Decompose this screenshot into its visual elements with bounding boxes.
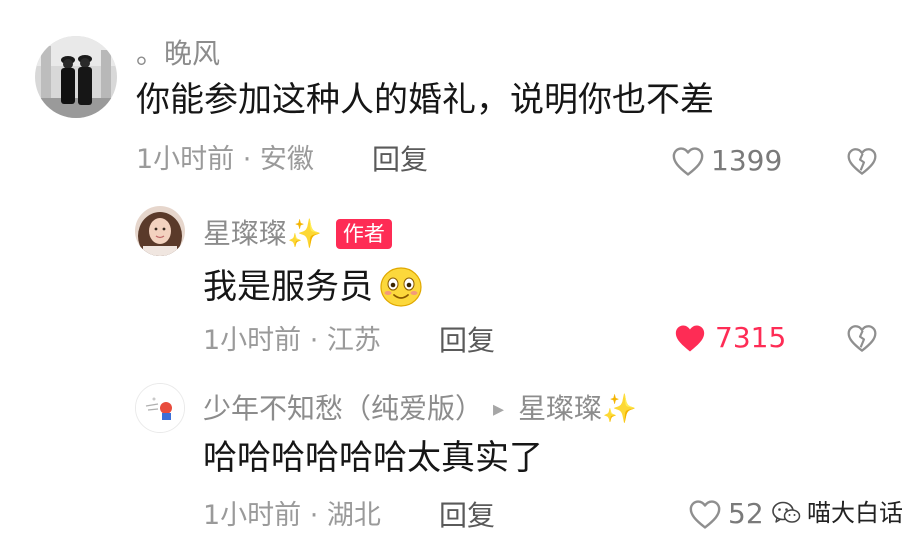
- comment-text: 你能参加这种人的婚礼，说明你也不差: [136, 80, 714, 120]
- watermark-text: 喵大白话: [807, 499, 903, 527]
- like-count: 7315: [715, 321, 787, 354]
- heart-filled-icon: [675, 325, 705, 352]
- like-count: 52: [728, 497, 764, 530]
- reply-button[interactable]: 回复: [372, 146, 428, 174]
- reply-button[interactable]: 回复: [439, 327, 495, 355]
- author-badge: 作者: [335, 219, 392, 249]
- reply-arrow-icon: ▸: [493, 396, 505, 422]
- username-row: 星璨璨 ✨ 作者: [203, 219, 392, 249]
- dislike-icon[interactable]: [846, 145, 878, 177]
- heart-outline-icon: [672, 147, 704, 176]
- like-count: 1399: [711, 144, 783, 177]
- avatar[interactable]: [135, 206, 185, 256]
- username[interactable]: 星璨璨: [203, 220, 287, 248]
- comment-text: 我是服务员: [203, 267, 373, 307]
- comment-meta: 1小时前 · 江苏: [203, 325, 381, 356]
- heart-outline-icon: [689, 500, 721, 529]
- like-button[interactable]: 1399: [671, 145, 782, 177]
- like-button[interactable]: 7315: [673, 322, 786, 354]
- dislike-icon[interactable]: [846, 322, 878, 354]
- comment-text: 哈哈哈哈哈哈太真实了: [203, 438, 543, 478]
- sparkles-emoji: ✨: [602, 392, 637, 425]
- comment-meta: 1小时前 · 湖北: [203, 500, 381, 531]
- avatar[interactable]: [135, 383, 185, 433]
- reply-to-username[interactable]: 星璨璨: [518, 395, 602, 423]
- reply-button[interactable]: 回复: [439, 502, 495, 530]
- wechat-icon: [772, 501, 801, 523]
- avatar[interactable]: [35, 36, 117, 118]
- like-button[interactable]: 52: [688, 498, 764, 530]
- username[interactable]: 少年不知愁（纯爱版）: [203, 395, 483, 423]
- comment-meta: 1小时前 · 安徽: [136, 144, 314, 175]
- username[interactable]: 。晚风: [136, 40, 220, 68]
- comment-text-row: 我是服务员: [203, 266, 423, 308]
- sparkles-emoji: ✨: [287, 217, 322, 250]
- smiling-face-emoji: [380, 267, 422, 307]
- username-row: 少年不知愁（纯爱版） ▸ 星璨璨 ✨: [203, 395, 637, 423]
- watermark: 喵大白话: [765, 495, 917, 531]
